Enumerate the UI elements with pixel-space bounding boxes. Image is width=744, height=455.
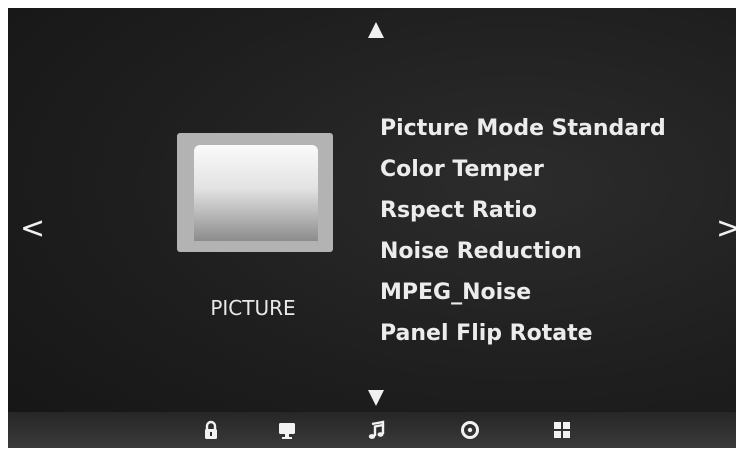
clock-icon[interactable] xyxy=(460,420,480,440)
osd-menu-screen: < > PICTURE Picture Mode Standard Color … xyxy=(8,8,736,448)
apps-grid-icon[interactable] xyxy=(552,420,572,440)
nav-next-arrow-icon[interactable]: > xyxy=(716,214,736,244)
menu-item-picture-mode[interactable]: Picture Mode Standard xyxy=(380,108,666,149)
menu-item-panel-flip-rotate[interactable]: Panel Flip Rotate xyxy=(380,313,666,354)
monitor-icon[interactable] xyxy=(277,420,297,440)
music-note-icon[interactable] xyxy=(366,420,386,440)
category-title: PICTURE xyxy=(210,296,296,320)
scroll-up-arrow-icon[interactable] xyxy=(368,22,384,38)
settings-menu-list: Picture Mode Standard Color Temper Rspec… xyxy=(380,108,666,354)
scroll-down-arrow-icon[interactable] xyxy=(368,390,384,406)
lock-icon[interactable] xyxy=(201,420,221,440)
category-icon-bar xyxy=(8,412,736,448)
picture-preview-icon xyxy=(177,133,333,252)
menu-item-mpeg-noise[interactable]: MPEG_Noise xyxy=(380,272,666,313)
menu-item-noise-reduction[interactable]: Noise Reduction xyxy=(380,231,666,272)
nav-prev-arrow-icon[interactable]: < xyxy=(20,214,45,244)
picture-preview-screen xyxy=(194,145,318,241)
menu-item-color-temper[interactable]: Color Temper xyxy=(380,149,666,190)
menu-item-aspect-ratio[interactable]: Rspect Ratio xyxy=(380,190,666,231)
